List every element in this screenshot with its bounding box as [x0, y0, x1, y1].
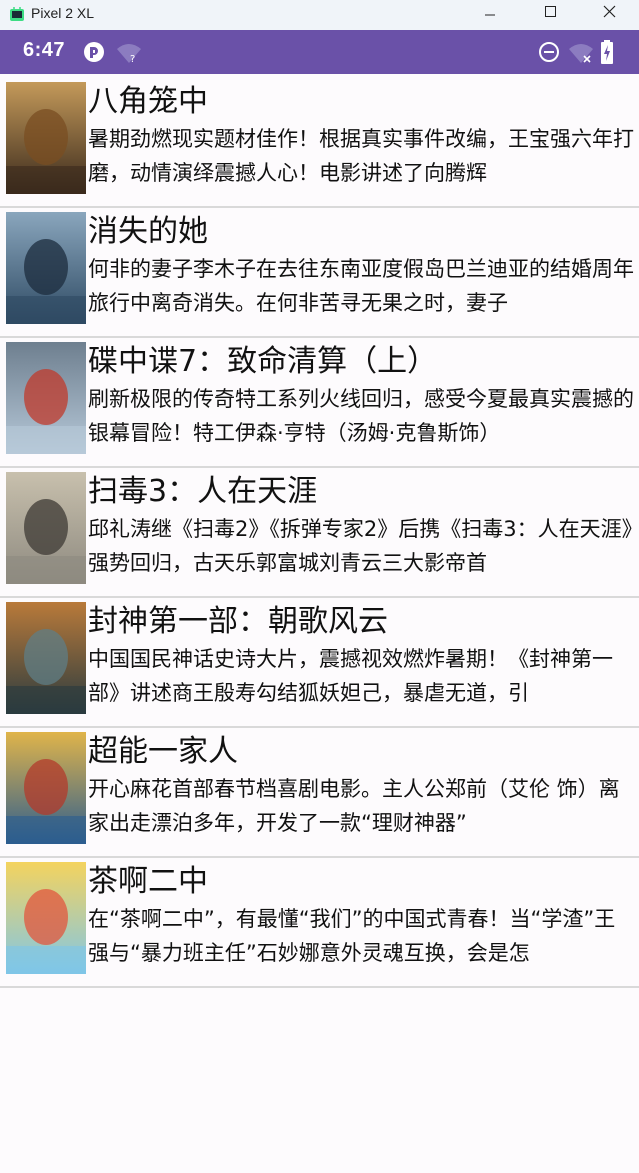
window-title: Pixel 2 XL	[31, 5, 95, 21]
movie-description: 暑期劲燃现实题材佳作！根据真实事件改编，王宝强六年打磨，动情演绎震撼人心！电影讲…	[88, 127, 634, 185]
movie-list-item[interactable]: 茶啊二中在“茶啊二中”，有最懂“我们”的中国式青春！当“学渣”王强与“暴力班主任…	[0, 858, 639, 988]
movie-list-item[interactable]: 八角笼中暑期劲燃现实题材佳作！根据真实事件改编，王宝强六年打磨，动情演绎震撼人心…	[0, 78, 639, 208]
movie-list-item[interactable]: 超能一家人开心麻花首部春节档喜剧电影。主人公郑前（艾伦 饰）离家出走漂泊多年，开…	[0, 728, 639, 858]
movie-poster	[6, 472, 86, 584]
movie-description: 在“茶啊二中”，有最懂“我们”的中国式青春！当“学渣”王强与“暴力班主任”石妙娜…	[88, 907, 616, 965]
maximize-button[interactable]	[520, 0, 580, 30]
battery-charging-icon	[601, 40, 613, 64]
movie-poster	[6, 342, 86, 454]
minimize-button[interactable]	[460, 0, 520, 30]
movie-title: 扫毒3：人在天涯	[88, 474, 318, 509]
movie-poster	[6, 82, 86, 194]
movie-title: 超能一家人	[88, 734, 238, 769]
close-button[interactable]	[579, 0, 639, 30]
emulator-title-bar: Pixel 2 XL	[0, 0, 639, 30]
minimize-icon	[485, 14, 495, 16]
do-not-disturb-icon	[539, 42, 559, 62]
svg-text:?: ?	[130, 54, 135, 64]
movie-description: 刷新极限的传奇特工系列火线回归，感受今夏最真实震撼的银幕冒险！特工伊森·亨特（汤…	[88, 387, 634, 445]
movie-title: 八角笼中	[88, 84, 208, 119]
clock: 6:47	[23, 39, 66, 61]
movie-description: 邱礼涛继《扫毒2》《拆弹专家2》后携《扫毒3：人在天涯》强势回归，古天乐郭富城刘…	[88, 517, 633, 575]
close-icon	[603, 5, 616, 18]
movie-list-item[interactable]: 碟中谍7：致命清算（上） 刷新极限的传奇特工系列火线回归，感受今夏最真实震撼的银幕…	[0, 338, 639, 468]
maximize-icon	[545, 6, 556, 17]
movie-list: 八角笼中暑期劲燃现实题材佳作！根据真实事件改编，王宝强六年打磨，动情演绎震撼人心…	[0, 78, 639, 988]
movie-poster	[6, 862, 86, 974]
app-notification-icon	[84, 42, 104, 62]
movie-description: 中国国民神话史诗大片，震撼视效燃炸暑期！《封神第一部》讲述商王殷寿勾结狐妖妲己，…	[88, 647, 613, 705]
movie-list-item[interactable]: 扫毒3：人在天涯邱礼涛继《扫毒2》《拆弹专家2》后携《扫毒3：人在天涯》强势回归…	[0, 468, 639, 598]
wifi-off-icon	[569, 44, 593, 63]
movie-title: 封神第一部：朝歌风云	[88, 604, 388, 639]
movie-title: 碟中谍7：致命清算（上）	[88, 344, 438, 379]
movie-poster	[6, 732, 86, 844]
movie-description: 何非的妻子李木子在去往东南亚度假岛巴兰迪亚的结婚周年旅行中离奇消失。在何非苦寻无…	[88, 257, 634, 315]
movie-description: 开心麻花首部春节档喜剧电影。主人公郑前（艾伦 饰）离家出走漂泊多年，开发了一款“…	[88, 777, 620, 835]
movie-poster	[6, 602, 86, 714]
movie-title: 消失的她	[88, 214, 208, 249]
movie-title: 茶啊二中	[88, 864, 208, 899]
android-status-bar: 6:47 ?	[0, 30, 639, 74]
android-emulator-icon	[10, 7, 24, 21]
movie-list-item[interactable]: 消失的她何非的妻子李木子在去往东南亚度假岛巴兰迪亚的结婚周年旅行中离奇消失。在何…	[0, 208, 639, 338]
wifi-unknown-icon: ?	[117, 44, 141, 64]
movie-list-item[interactable]: 封神第一部：朝歌风云中国国民神话史诗大片，震撼视效燃炸暑期！《封神第一部》讲述商…	[0, 598, 639, 728]
movie-poster	[6, 212, 86, 324]
